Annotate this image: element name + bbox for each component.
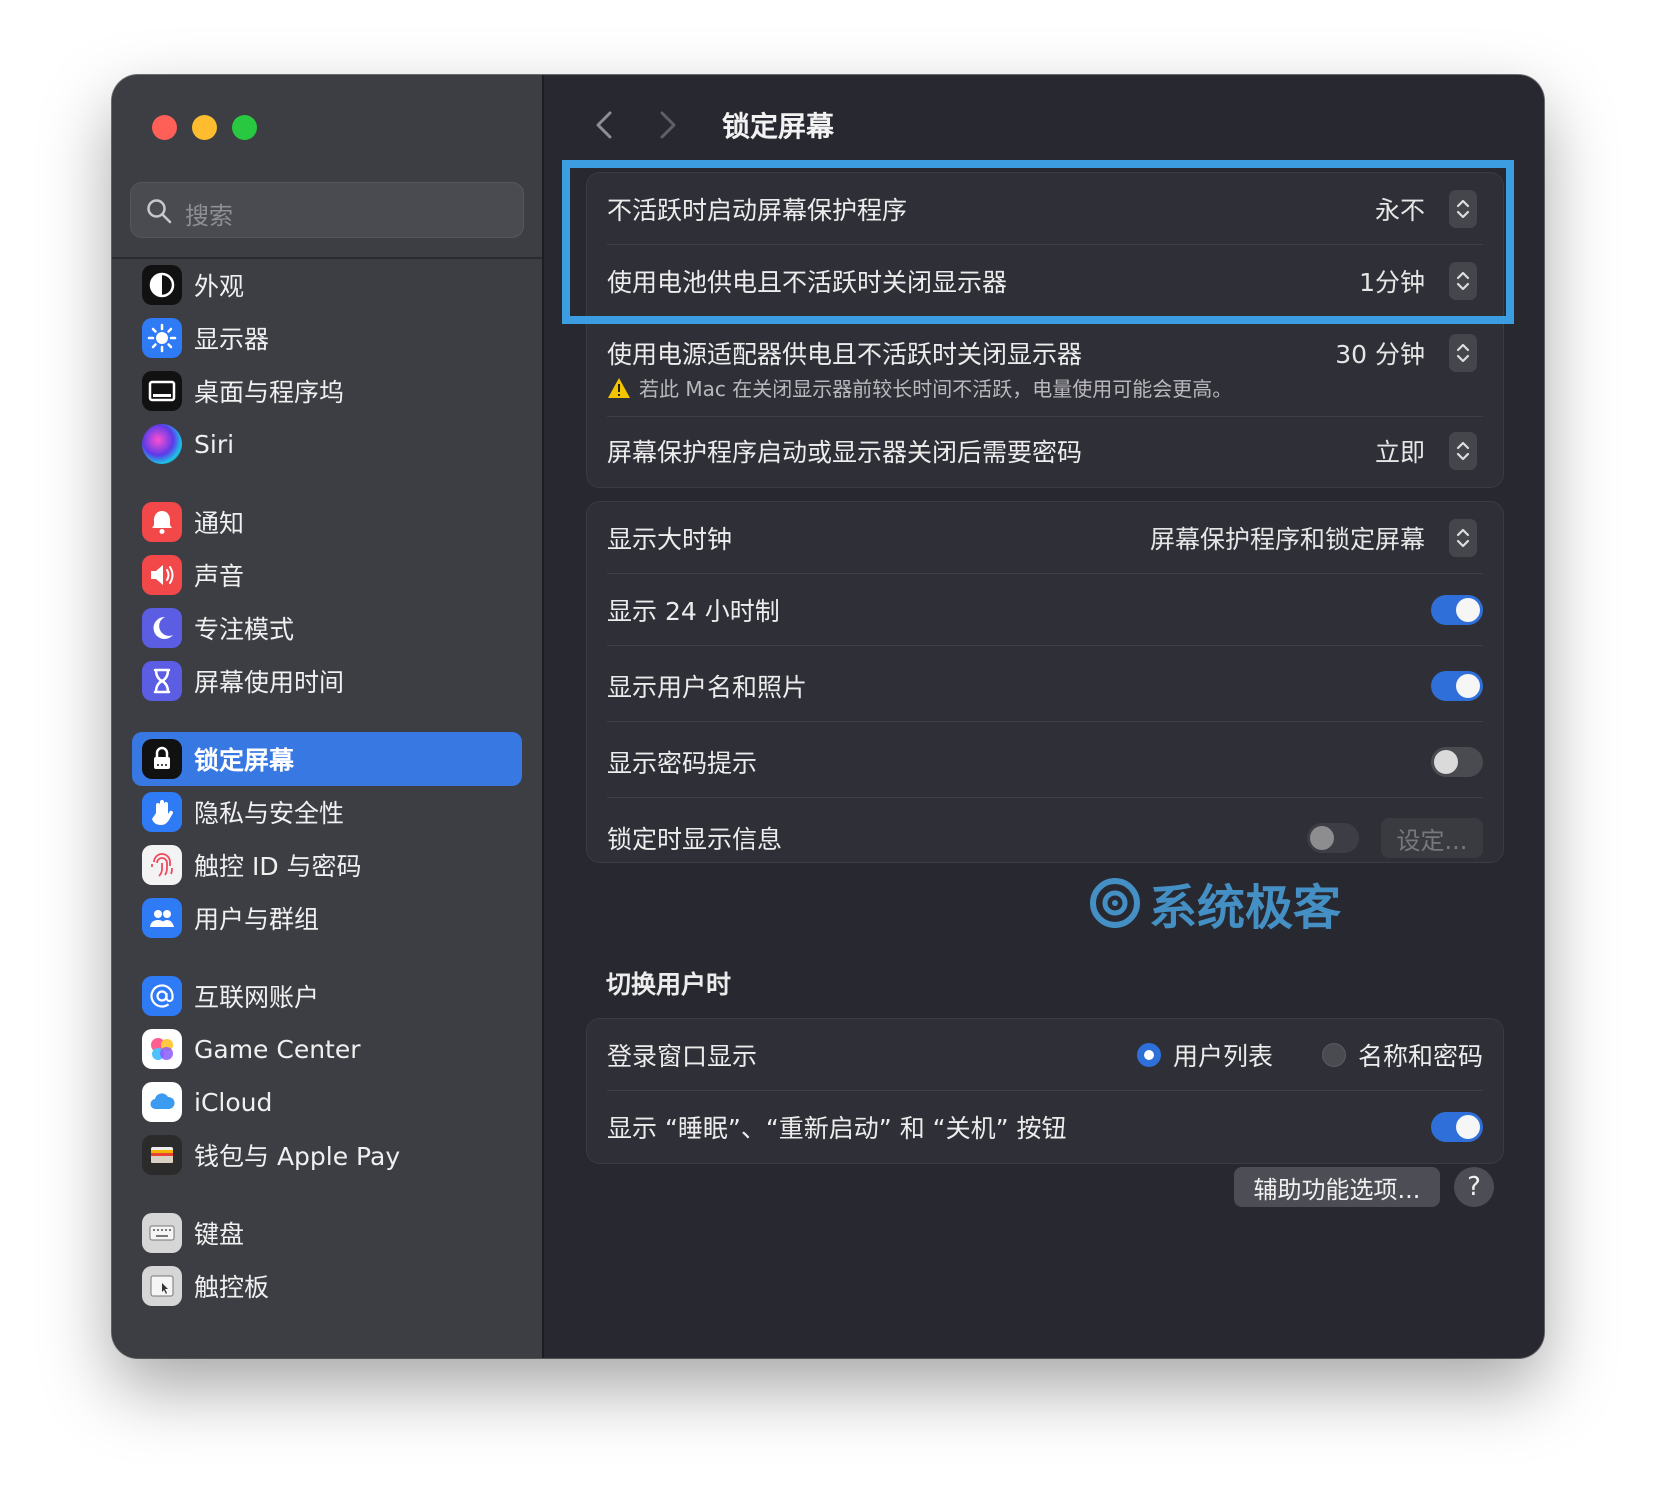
radio-dot-selected — [1136, 1043, 1161, 1067]
big-clock-row: 显示大时钟 屏幕保护程序和锁定屏幕 — [607, 518, 1483, 558]
switch-user-heading: 切换用户时 — [606, 970, 732, 999]
siri-icon — [142, 424, 182, 464]
game-center-icon — [142, 1029, 182, 1069]
toggle-knob — [1456, 598, 1480, 622]
fingerprint-icon — [142, 845, 182, 885]
sidebar-item-notifications[interactable]: 通知 — [132, 495, 522, 549]
zoom-window-button[interactable] — [232, 115, 257, 140]
wallet-icon — [142, 1135, 182, 1175]
updown-chevron-icon — [1456, 441, 1470, 461]
radio-name-password[interactable]: 名称和密码 — [1321, 1037, 1483, 1073]
toggle-knob — [1456, 674, 1480, 698]
page-title: 锁定屏幕 — [722, 110, 835, 143]
clock-24h-toggle[interactable] — [1431, 595, 1483, 625]
at-sign-icon — [142, 976, 182, 1016]
radio-user-list[interactable]: 用户列表 — [1136, 1037, 1273, 1073]
big-clock-value[interactable]: 屏幕保护程序和锁定屏幕 — [1150, 520, 1425, 556]
divider — [607, 645, 1483, 646]
sidebar-item-displays[interactable]: 显示器 — [132, 311, 522, 365]
keyboard-icon — [142, 1213, 182, 1253]
updown-chevron-icon — [1456, 343, 1470, 363]
dock-icon — [142, 371, 182, 411]
watermark: 系统极客 — [1085, 868, 1341, 938]
sidebar-item-sound[interactable]: 声音 — [132, 548, 522, 602]
radio-dot — [1321, 1043, 1346, 1067]
show-user-photo-toggle[interactable] — [1431, 671, 1483, 701]
sidebar-item-privacy-security[interactable]: 隐私与安全性 — [132, 785, 522, 839]
require-password-stepper[interactable] — [1449, 432, 1477, 470]
sidebar-item-lock-screen[interactable]: 锁定屏幕 — [132, 732, 522, 786]
big-clock-stepper[interactable] — [1449, 519, 1477, 557]
speaker-icon — [142, 555, 182, 595]
hourglass-icon — [142, 661, 182, 701]
sidebar-item-focus[interactable]: 专注模式 — [132, 601, 522, 655]
close-window-button[interactable] — [152, 115, 177, 140]
sidebar-item-users-groups[interactable]: 用户与群组 — [132, 891, 522, 945]
forward-chevron-icon[interactable] — [652, 105, 682, 145]
password-hint-toggle[interactable] — [1431, 747, 1483, 777]
sidebar-item-wallet[interactable]: 钱包与 Apple Pay — [132, 1128, 522, 1182]
lock-message-set-button[interactable]: 设定... — [1381, 818, 1483, 858]
highlight-frame — [562, 160, 1514, 324]
adapter-display-off-stepper[interactable] — [1449, 334, 1477, 372]
updown-chevron-icon — [1456, 528, 1470, 548]
lock-screen-display-group: 显示大时钟 屏幕保护程序和锁定屏幕 显示 24 小时制 显示用户名和照片 显示密… — [586, 501, 1504, 863]
lock-icon — [142, 739, 182, 779]
lock-message-row: 锁定时显示信息 设定... — [607, 818, 1483, 858]
trackpad-icon — [142, 1266, 182, 1306]
toggle-knob — [1456, 1115, 1480, 1139]
password-hint-row: 显示密码提示 — [607, 742, 1483, 782]
display-brightness-icon — [142, 318, 182, 358]
sidebar: 搜索 外观 显示器 桌面与程序坞 Siri 通知 声音 专注模式 屏幕使用时间 … — [112, 75, 544, 1358]
adapter-display-off-row: 使用电源适配器供电且不活跃时关闭显示器 30 分钟 — [607, 333, 1483, 373]
sidebar-item-touch-id[interactable]: 触控 ID 与密码 — [132, 838, 522, 892]
sidebar-item-game-center[interactable]: Game Center — [132, 1022, 522, 1076]
appearance-icon — [142, 265, 182, 305]
divider — [607, 1090, 1483, 1091]
divider — [607, 573, 1483, 574]
require-password-row: 屏幕保护程序启动或显示器关闭后需要密码 立即 — [607, 431, 1483, 471]
login-window-row: 登录窗口显示 用户列表 名称和密码 — [607, 1035, 1483, 1075]
search-icon — [147, 199, 172, 224]
window-controls — [152, 115, 257, 140]
adapter-display-off-value[interactable]: 30 分钟 — [1335, 335, 1425, 371]
require-password-value[interactable]: 立即 — [1375, 433, 1425, 469]
help-button[interactable]: ? — [1454, 1167, 1494, 1207]
sidebar-item-appearance[interactable]: 外观 — [132, 258, 522, 312]
show-user-photo-row: 显示用户名和照片 — [607, 666, 1483, 706]
moon-icon — [142, 608, 182, 648]
toggle-knob — [1434, 750, 1458, 774]
divider — [607, 721, 1483, 722]
power-warning: 若此 Mac 在关闭显示器前较长时间不活跃，电量使用可能会更高。 — [607, 373, 1232, 402]
sidebar-item-desktop-dock[interactable]: 桌面与程序坞 — [132, 364, 522, 418]
hand-icon — [142, 792, 182, 832]
bell-icon — [142, 502, 182, 542]
minimize-window-button[interactable] — [192, 115, 217, 140]
sidebar-item-siri[interactable]: Siri — [132, 417, 522, 471]
sidebar-item-screen-time[interactable]: 屏幕使用时间 — [132, 654, 522, 708]
cloud-icon — [142, 1082, 182, 1122]
sidebar-item-icloud[interactable]: iCloud — [132, 1075, 522, 1129]
divider — [607, 797, 1483, 798]
back-chevron-icon[interactable] — [590, 105, 620, 145]
accessibility-options-button[interactable]: 辅助功能选项... — [1234, 1167, 1440, 1207]
lock-message-toggle[interactable] — [1307, 823, 1359, 853]
sidebar-item-internet-accounts[interactable]: 互联网账户 — [132, 969, 522, 1023]
switch-user-group: 登录窗口显示 用户列表 名称和密码 显示 “睡眠”、“重新启动” 和 “关机” … — [586, 1018, 1504, 1164]
power-buttons-toggle[interactable] — [1431, 1112, 1483, 1142]
sidebar-item-trackpad[interactable]: 触控板 — [132, 1259, 522, 1313]
watermark-swirl-icon — [1090, 878, 1140, 928]
clock-24h-row: 显示 24 小时制 — [607, 590, 1483, 630]
warning-icon — [608, 377, 630, 398]
sidebar-item-keyboard[interactable]: 键盘 — [132, 1206, 522, 1260]
search-input[interactable]: 搜索 — [130, 182, 524, 238]
power-buttons-row: 显示 “睡眠”、“重新启动” 和 “关机” 按钮 — [607, 1107, 1483, 1147]
users-icon — [142, 898, 182, 938]
divider — [607, 416, 1483, 417]
search-placeholder: 搜索 — [185, 202, 233, 230]
toggle-knob — [1310, 826, 1334, 850]
